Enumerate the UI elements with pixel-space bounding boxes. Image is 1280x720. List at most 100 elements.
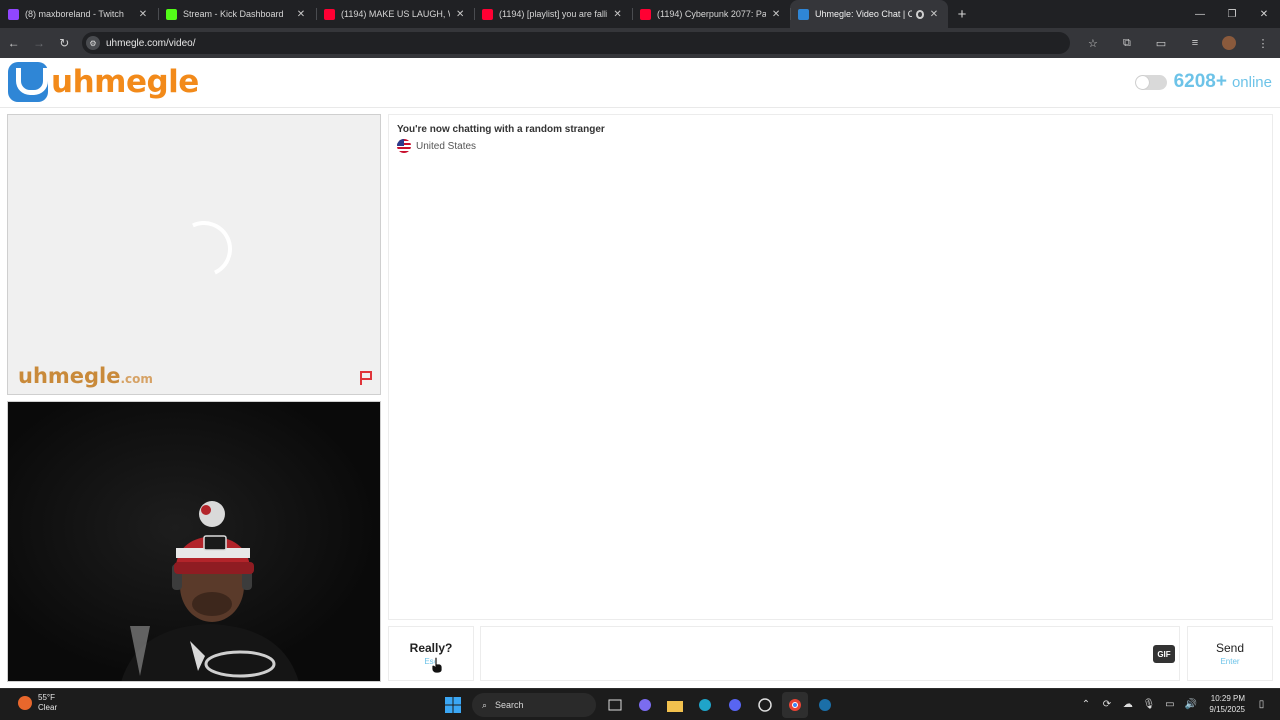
logo-text: uhmegle xyxy=(51,64,199,100)
close-tab-icon[interactable]: ✕ xyxy=(454,9,466,20)
back-icon[interactable]: ← xyxy=(2,31,25,55)
uhmegle-logo[interactable]: uhmegle xyxy=(8,62,199,102)
close-tab-icon[interactable]: ✕ xyxy=(136,9,150,20)
close-tab-icon[interactable]: ✕ xyxy=(928,9,940,20)
kick-favicon-icon xyxy=(166,8,177,20)
chat-status-message: You're now chatting with a random strang… xyxy=(397,124,605,135)
browser-tab-youtube-3[interactable]: (1194) Cyberpunk 2077: Panam ✕ xyxy=(632,0,790,28)
send-button[interactable]: Send Enter xyxy=(1187,626,1273,681)
notifications-icon[interactable]: ▯ xyxy=(1251,692,1272,716)
close-tab-icon[interactable]: ✕ xyxy=(770,9,782,20)
self-camera-video xyxy=(7,401,381,682)
browser-toolbar: ← → ↻ ⚙ uhmegle.com/video/ ☆ ⧉ ▭ ≡ ⋮ xyxy=(0,28,1280,58)
theme-toggle[interactable] xyxy=(1134,74,1167,90)
recording-indicator-icon xyxy=(915,9,924,19)
restore-icon[interactable]: ❐ xyxy=(1216,0,1248,28)
minimize-icon[interactable]: — xyxy=(1184,0,1216,28)
taskbar-apps: ⌕ Search xyxy=(438,692,840,718)
system-tray: ⌃ ⟳ ☁ 🎙 ▭ 🔊 10:29 PM 9/15/2025 ▯ xyxy=(1075,692,1272,716)
tab-title: (1194) MAKE US LAUGH, WIN $ xyxy=(341,9,450,19)
bookmark-star-icon[interactable]: ☆ xyxy=(1076,31,1110,55)
reload-icon[interactable]: ↻ xyxy=(53,31,76,55)
file-explorer-icon[interactable] xyxy=(662,692,688,718)
online-indicator: 6208+ online xyxy=(1134,71,1272,93)
logo-mark-icon xyxy=(8,62,48,102)
extensions-icon[interactable]: ⧉ xyxy=(1110,31,1144,55)
taskbar-search[interactable]: ⌕ Search xyxy=(472,693,596,717)
cloud-icon[interactable]: ☁ xyxy=(1117,692,1138,716)
edge-icon[interactable] xyxy=(692,692,718,718)
hand-cursor-icon xyxy=(431,657,443,673)
online-count: 6208+ xyxy=(1173,71,1227,92)
watermark-main: uhmegle xyxy=(18,364,121,388)
loading-spinner-icon xyxy=(168,213,240,285)
taskbar-clock[interactable]: 10:29 PM 9/15/2025 xyxy=(1209,693,1245,715)
steam-icon[interactable] xyxy=(812,692,838,718)
task-view-icon[interactable] xyxy=(602,692,628,718)
close-tab-icon[interactable]: ✕ xyxy=(611,9,624,20)
windows-taskbar: 55°F Clear ⌕ Search ⌃ ⟳ ☁ 🎙 ▭ 🔊 10:29 PM… xyxy=(0,688,1280,720)
youtube-favicon-icon xyxy=(482,8,493,20)
site-info-icon[interactable]: ⚙ xyxy=(85,36,100,50)
address-url: uhmegle.com/video/ xyxy=(105,37,196,49)
weather-condition: Clear xyxy=(38,703,58,712)
gif-button[interactable]: GIF xyxy=(1153,645,1175,663)
clock-time: 10:29 PM xyxy=(1210,694,1245,703)
close-tab-icon[interactable]: ✕ xyxy=(294,9,308,20)
weather-temperature: 55°F xyxy=(38,693,55,702)
sync-icon[interactable]: ⟳ xyxy=(1096,692,1117,716)
youtube-favicon-icon xyxy=(324,8,335,20)
report-flag-icon[interactable] xyxy=(358,370,374,386)
address-bar[interactable]: ⚙ uhmegle.com/video/ xyxy=(81,32,1070,54)
browser-menu-icon[interactable]: ⋮ xyxy=(1246,31,1280,55)
window-controls: — ❐ ✕ xyxy=(1184,0,1280,28)
forward-icon[interactable]: → xyxy=(27,31,50,55)
chrome-icon[interactable] xyxy=(782,692,808,718)
stop-label: Really? xyxy=(409,641,453,655)
discord-icon[interactable] xyxy=(722,692,748,718)
site-header: uhmegle 6208+ online xyxy=(0,58,1280,108)
message-input[interactable]: GIF xyxy=(480,626,1180,681)
browser-tab-uhmegle[interactable]: Uhmegle: Video Chat | Ome ✕ xyxy=(790,0,948,28)
profile-avatar-icon[interactable] xyxy=(1221,36,1236,50)
browser-tab-kick[interactable]: Stream - Kick Dashboard ✕ xyxy=(158,0,316,28)
volume-icon[interactable]: 🔊 xyxy=(1180,692,1201,716)
obs-icon[interactable] xyxy=(752,692,778,718)
youtube-favicon-icon xyxy=(640,8,651,20)
send-shortcut-hint: Enter xyxy=(1220,657,1240,666)
us-flag-icon xyxy=(397,139,411,153)
tab-title: (1194) Cyberpunk 2077: Panam xyxy=(657,9,767,19)
copilot-icon[interactable] xyxy=(632,692,658,718)
new-tab-button[interactable]: + xyxy=(948,0,976,28)
browser-tab-twitch[interactable]: (8) maxboreland - Twitch ✕ xyxy=(0,0,158,28)
stranger-country: United States xyxy=(397,139,1264,153)
country-name: United States xyxy=(416,140,477,152)
close-window-icon[interactable]: ✕ xyxy=(1248,0,1280,28)
network-icon[interactable]: ▭ xyxy=(1159,692,1180,716)
stranger-video: uhmegle.com xyxy=(7,114,381,395)
cast-icon[interactable]: ▭ xyxy=(1144,31,1178,55)
clock-date: 9/15/2025 xyxy=(1209,705,1245,714)
tab-title: Uhmegle: Video Chat | Ome xyxy=(815,9,912,19)
tray-overflow-icon[interactable]: ⌃ xyxy=(1075,692,1096,716)
search-icon: ⌕ xyxy=(482,699,488,710)
chat-log: You're now chatting with a random strang… xyxy=(388,114,1273,620)
weather-widget[interactable]: 55°F Clear xyxy=(18,693,57,713)
start-menu-icon[interactable] xyxy=(440,692,466,718)
microphone-icon[interactable]: 🎙 xyxy=(1138,692,1159,716)
tab-title: (1194) [playlist] you are falling xyxy=(499,9,608,19)
browser-tab-youtube-2[interactable]: (1194) [playlist] you are falling ✕ xyxy=(474,0,632,28)
video-watermark: uhmegle.com xyxy=(18,364,153,388)
twitch-favicon-icon xyxy=(8,8,19,20)
uhmegle-favicon-icon xyxy=(798,8,809,20)
online-label: online xyxy=(1231,73,1272,91)
tab-title: Stream - Kick Dashboard xyxy=(183,9,284,19)
tab-title: (8) maxboreland - Twitch xyxy=(25,9,124,19)
send-label: Send xyxy=(1215,641,1245,655)
reading-list-icon[interactable]: ≡ xyxy=(1178,31,1212,55)
watermark-suffix: .com xyxy=(120,372,153,386)
browser-tab-strip: (8) maxboreland - Twitch ✕ Stream - Kick… xyxy=(0,0,1280,28)
search-label: Search xyxy=(495,700,524,710)
weather-icon xyxy=(18,696,32,710)
browser-tab-youtube-1[interactable]: (1194) MAKE US LAUGH, WIN $ ✕ xyxy=(316,0,474,28)
